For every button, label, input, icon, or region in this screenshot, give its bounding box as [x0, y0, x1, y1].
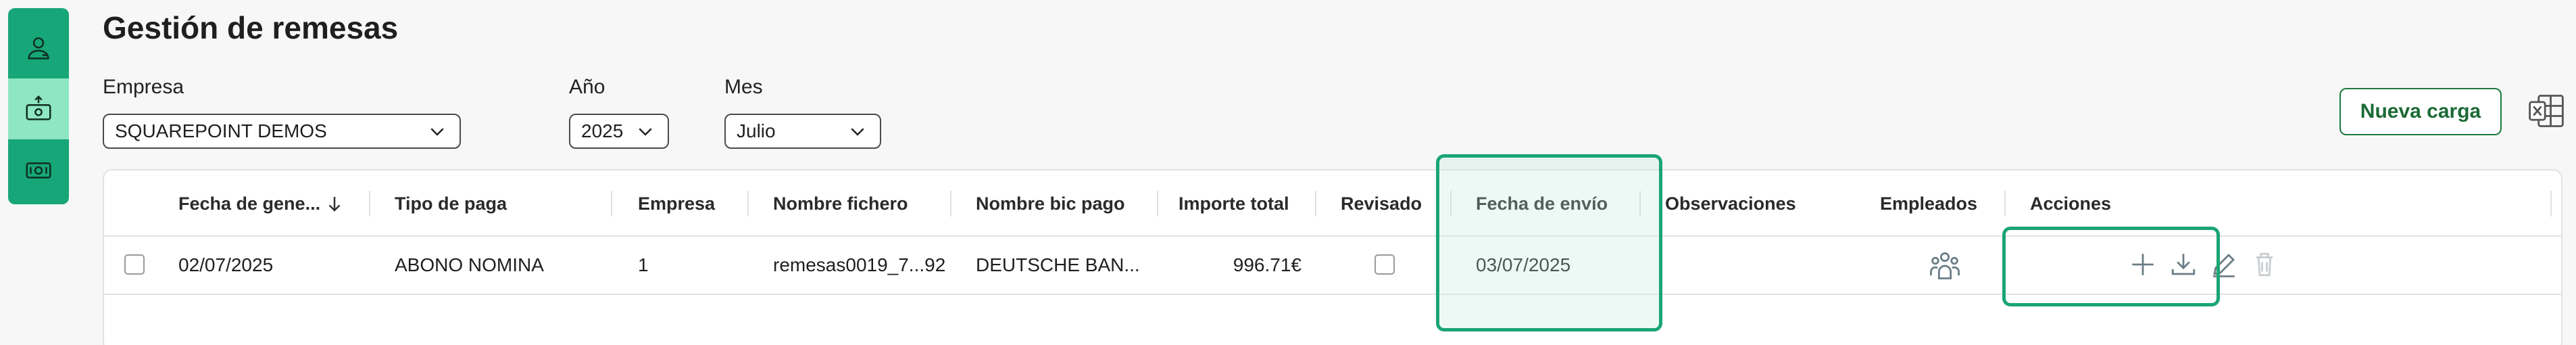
cell-importe: 996.71€ [1233, 254, 1302, 275]
header-empleados[interactable]: Empleados [1880, 193, 1977, 214]
excel-icon[interactable] [2526, 91, 2567, 131]
cell-empresa: 1 [638, 254, 649, 275]
cell-tipo-paga: ABONO NOMINA [395, 254, 544, 275]
empresa-label: Empresa [103, 76, 184, 98]
column-separator[interactable] [369, 191, 370, 216]
app-root: Gestión de remesas Empresa SQUAREPOINT D… [0, 0, 2576, 345]
sidebar-item-users[interactable] [8, 18, 69, 78]
fecha-envio-highlight [1436, 154, 1662, 331]
acciones-highlight [2002, 227, 2220, 306]
trash-icon[interactable] [2250, 250, 2279, 279]
arrow-down-icon[interactable] [324, 193, 345, 214]
mes-label: Mes [724, 76, 763, 98]
header-importe[interactable]: Importe total [1179, 193, 1289, 214]
column-separator[interactable] [1315, 191, 1316, 216]
anio-label: Año [569, 76, 605, 98]
sidebar-item-remesas[interactable] [8, 78, 69, 139]
header-observaciones[interactable]: Observaciones [1665, 193, 1796, 214]
group-icon[interactable] [1927, 248, 1962, 283]
revisado-checkbox[interactable] [1374, 254, 1395, 275]
header-empresa[interactable]: Empresa [638, 193, 715, 214]
anio-select[interactable]: 2025 [569, 114, 669, 149]
header-tipo-paga[interactable]: Tipo de paga [395, 193, 507, 214]
sidebar-item-pagos[interactable] [8, 139, 69, 200]
chevron-down-icon [430, 128, 444, 136]
nueva-carga-button[interactable]: Nueva carga [2339, 88, 2502, 135]
header-nombre-bic[interactable]: Nombre bic pago [976, 193, 1125, 214]
empresa-select-value: SQUAREPOINT DEMOS [115, 120, 327, 141]
header-nombre-fichero[interactable]: Nombre fichero [773, 193, 908, 214]
column-separator[interactable] [611, 191, 612, 216]
anio-select-value: 2025 [581, 120, 624, 141]
cell-fecha-generacion: 02/07/2025 [178, 254, 274, 275]
mes-select[interactable]: Julio [724, 114, 881, 149]
column-separator[interactable] [747, 191, 749, 216]
chevron-down-icon [639, 128, 652, 136]
header-revisado[interactable]: Revisado [1341, 193, 1422, 214]
header-acciones: Acciones [2030, 193, 2112, 214]
upload-money-icon [26, 95, 51, 120]
cell-nombre-fichero[interactable]: remesas0019_7...92 [773, 254, 950, 276]
column-separator[interactable] [950, 191, 951, 216]
sidebar [8, 8, 69, 204]
money-icon [26, 162, 51, 179]
cell-nombre-bic: DEUTSCHE BAN... [976, 254, 1140, 275]
column-separator[interactable] [1157, 191, 1158, 216]
column-separator[interactable] [2550, 191, 2552, 216]
user-icon [28, 37, 49, 60]
header-fecha-generacion[interactable]: Fecha de gene... [178, 193, 320, 214]
mes-select-value: Julio [737, 120, 776, 141]
column-separator[interactable] [2004, 191, 2006, 216]
chevron-down-icon [851, 128, 864, 136]
page-title: Gestión de remesas [103, 10, 399, 45]
row-select-checkbox[interactable] [124, 254, 145, 275]
empresa-select[interactable]: SQUAREPOINT DEMOS [103, 114, 461, 149]
